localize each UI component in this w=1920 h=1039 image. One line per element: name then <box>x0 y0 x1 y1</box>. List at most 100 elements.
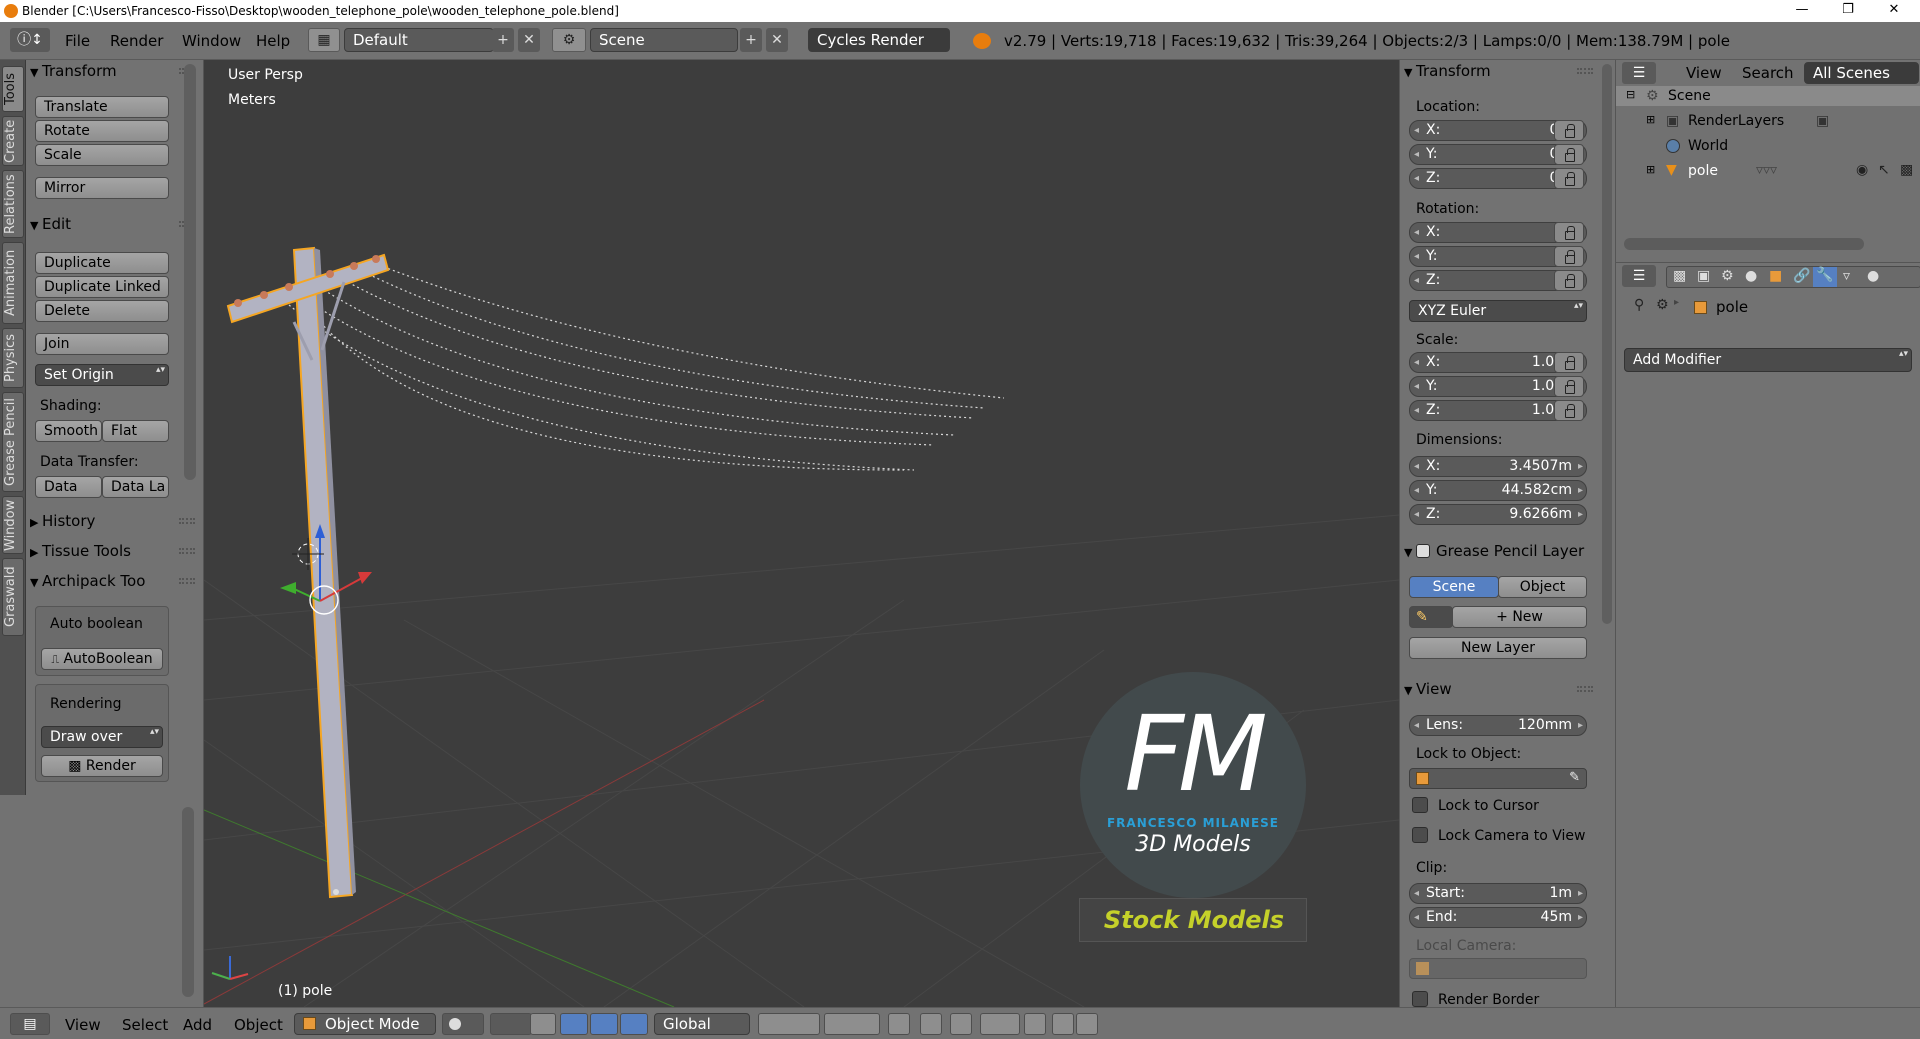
scene-select[interactable]: Scene <box>590 28 738 52</box>
render-tab-icon[interactable]: ▩ <box>1673 268 1686 284</box>
mirror-button[interactable]: Mirror <box>35 177 169 199</box>
tab-relations[interactable]: Relations <box>2 170 24 238</box>
auto-boolean-button[interactable]: ⎍ AutoBoolean <box>41 648 163 670</box>
set-origin-dropdown[interactable]: Set Origin <box>35 364 169 386</box>
translate-manipulator-icon[interactable] <box>560 1013 588 1035</box>
grease-pencil-header[interactable]: ▼ Grease Pencil Layer <box>1404 542 1584 560</box>
visibility-eye-icon[interactable]: ◉ <box>1856 162 1868 178</box>
info-editor-type-icon[interactable]: ⓘ↕ <box>10 28 50 52</box>
proportional-falloff-icon[interactable] <box>950 1013 972 1035</box>
select-menu[interactable]: Select <box>122 1016 168 1034</box>
render-engine-select[interactable]: Cycles Render <box>808 28 950 52</box>
edit-panel-header[interactable]: ▼ Edit <box>30 215 71 233</box>
lock-rotation-z-icon[interactable] <box>1554 270 1584 291</box>
dimensions-z-field[interactable]: Z: 9.6266m <box>1409 504 1587 525</box>
render-animation-icon[interactable] <box>1076 1013 1098 1035</box>
history-panel-header[interactable]: ▶ History <box>30 512 95 530</box>
object-tab-icon[interactable]: ■ <box>1769 268 1782 284</box>
grease-pencil-object-button[interactable]: Object <box>1498 576 1587 598</box>
menu-window[interactable]: Window <box>182 32 241 50</box>
remove-scene-icon[interactable]: ✕ <box>766 28 788 52</box>
lock-scale-y-icon[interactable] <box>1554 376 1584 397</box>
snap-toggle-icon[interactable] <box>1024 1013 1046 1035</box>
tab-tools[interactable]: Tools <box>2 66 24 112</box>
lock-scale-x-icon[interactable] <box>1554 352 1584 373</box>
data-layout-button[interactable]: Data La <box>102 476 169 498</box>
outliner-editor-type-icon[interactable]: ☰ <box>1622 62 1656 84</box>
lock-location-x-icon[interactable] <box>1554 120 1584 141</box>
delete-button[interactable]: Delete <box>35 300 169 322</box>
screen-layout-select[interactable]: Default <box>344 28 494 52</box>
panel-grip-icon[interactable] <box>179 518 195 524</box>
archipack-panel-header[interactable]: ▼ Archipack Too <box>30 572 145 590</box>
n-panel-scrollbar[interactable] <box>1602 64 1612 624</box>
remove-layout-icon[interactable]: ✕ <box>518 28 540 52</box>
lock-location-y-icon[interactable] <box>1554 144 1584 165</box>
maximize-button[interactable]: ❐ <box>1826 0 1870 22</box>
tool-shelf-scrollbar[interactable] <box>184 64 196 480</box>
select-cursor-icon[interactable]: ↖ <box>1878 162 1890 178</box>
transform-panel-header[interactable]: ▼ Transform <box>30 62 117 80</box>
outliner-row-renderlayers[interactable]: ⊞ ▣ RenderLayers ▣ <box>1616 111 1920 131</box>
outliner-menu-view[interactable]: View <box>1686 64 1722 82</box>
outliner-row-pole[interactable]: ⊞ ▼ pole ▿▿▿ ◉ ↖ ▩ <box>1616 161 1920 181</box>
render-opengl-icon[interactable] <box>1052 1013 1074 1035</box>
menu-file[interactable]: File <box>65 32 90 50</box>
material-tab-icon[interactable]: ● <box>1867 268 1879 284</box>
add-layout-icon[interactable]: + <box>492 28 514 52</box>
grease-pencil-scene-button[interactable]: Scene <box>1409 576 1499 598</box>
dimensions-x-field[interactable]: X: 3.4507m <box>1409 456 1587 477</box>
scale-manipulator-icon[interactable] <box>620 1013 648 1035</box>
grease-pencil-new-button[interactable]: + New <box>1452 606 1587 628</box>
menu-render[interactable]: Render <box>110 32 163 50</box>
add-scene-icon[interactable]: + <box>740 28 762 52</box>
viewport-shading-icon[interactable] <box>442 1013 484 1035</box>
properties-editor-type-icon[interactable]: ☰ <box>1622 265 1656 287</box>
dimensions-y-field[interactable]: Y: 44.582cm <box>1409 480 1587 501</box>
lock-rotation-x-icon[interactable] <box>1554 222 1584 243</box>
duplicate-linked-button[interactable]: Duplicate Linked <box>35 276 169 298</box>
duplicate-button[interactable]: Duplicate <box>35 252 169 274</box>
view3d-editor-type-icon[interactable]: ▤ <box>10 1013 50 1035</box>
panel-grip-icon[interactable] <box>1577 686 1593 692</box>
expand-icon[interactable]: ⊞ <box>1646 163 1655 176</box>
pivot-point-icon[interactable] <box>490 1013 532 1035</box>
rotation-mode-dropdown[interactable]: XYZ Euler <box>1409 300 1587 322</box>
outliner-h-scrollbar[interactable] <box>1624 238 1864 250</box>
expand-icon[interactable]: ⊞ <box>1646 113 1655 126</box>
grease-pencil-checkbox[interactable] <box>1416 544 1430 558</box>
modifiers-tab-icon[interactable]: 🔧 <box>1813 267 1837 287</box>
lock-rotation-y-icon[interactable] <box>1554 246 1584 267</box>
rotate-button[interactable]: Rotate <box>35 120 169 142</box>
render-layer-toggle-icon[interactable]: ▣ <box>1816 113 1829 129</box>
lens-field[interactable]: Lens: 120mm <box>1409 715 1587 736</box>
tab-window[interactable]: Window <box>2 496 24 554</box>
render-button[interactable]: ▩ Render <box>41 755 163 777</box>
pencil-icon[interactable]: ✎ <box>1409 606 1453 628</box>
new-layer-button[interactable]: New Layer <box>1409 637 1587 659</box>
menu-help[interactable]: Help <box>256 32 290 50</box>
smooth-button[interactable]: Smooth <box>35 420 102 442</box>
render-layers-tab-icon[interactable]: ▣ <box>1697 268 1710 284</box>
panel-grip-icon[interactable] <box>179 578 195 584</box>
join-button[interactable]: Join <box>35 333 169 355</box>
tab-physics[interactable]: Physics <box>2 328 24 388</box>
clip-start-field[interactable]: Start: 1m <box>1409 883 1587 904</box>
view-panel-header[interactable]: ▼ View <box>1404 680 1452 698</box>
transform-orientation-select[interactable]: Global <box>654 1013 750 1035</box>
outliner-menu-search[interactable]: Search <box>1742 64 1794 82</box>
draw-over-dropdown[interactable]: Draw over <box>41 726 163 748</box>
local-camera-field[interactable] <box>1409 958 1587 979</box>
clip-end-field[interactable]: End: 45m <box>1409 907 1587 928</box>
lock-scale-z-icon[interactable] <box>1554 400 1584 421</box>
lock-object-field[interactable]: ✎ <box>1409 768 1587 789</box>
3d-viewport[interactable]: User Persp Meters (1) pole FM FRANCESCO … <box>204 60 1399 1007</box>
constraints-tab-icon[interactable]: 🔗 <box>1793 268 1810 284</box>
rotate-manipulator-icon[interactable] <box>590 1013 618 1035</box>
tab-grease-pencil[interactable]: Grease Pencil <box>2 392 24 492</box>
add-menu[interactable]: Add <box>183 1016 212 1034</box>
lock-camera-checkbox[interactable] <box>1412 827 1428 843</box>
eyedropper-icon[interactable]: ✎ <box>1569 770 1580 785</box>
render-border-checkbox[interactable] <box>1412 991 1428 1007</box>
lock-to-cursor-checkbox[interactable] <box>1412 797 1428 813</box>
